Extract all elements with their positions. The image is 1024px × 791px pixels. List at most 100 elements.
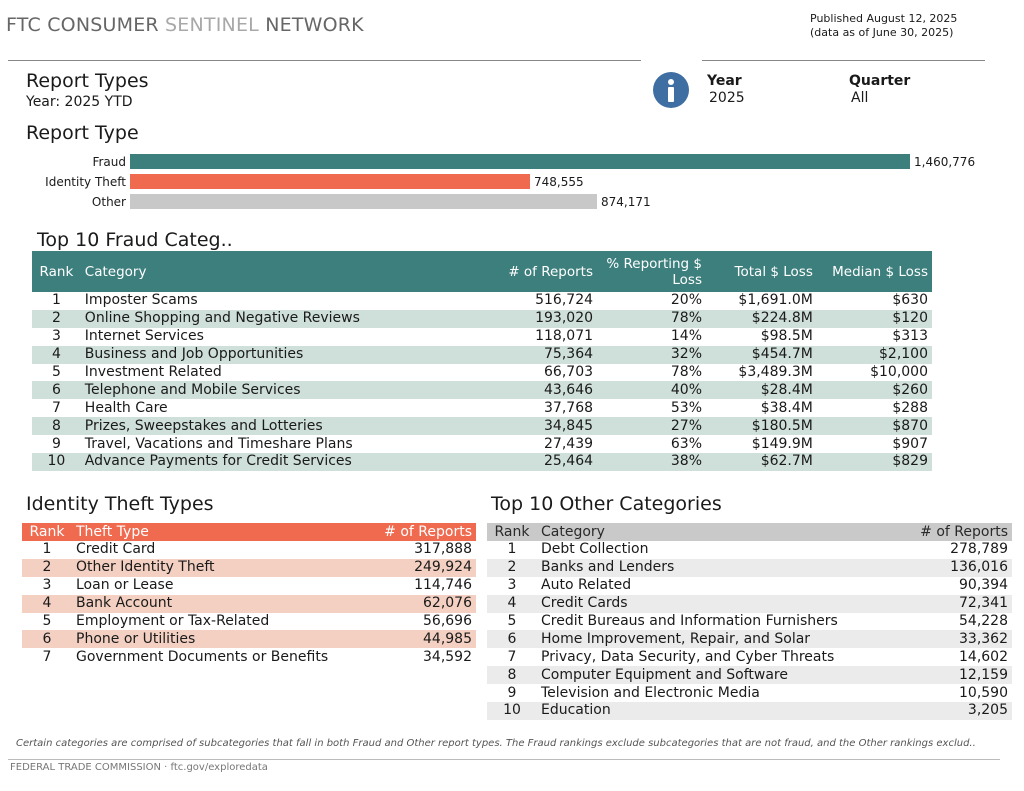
- fraud-table: Rank Category # of Reports % Reporting $…: [32, 251, 932, 471]
- col-theft-type[interactable]: Theft Type: [72, 523, 367, 541]
- cell-reports: 34,592: [423, 648, 472, 665]
- year-filter-value[interactable]: 2025: [709, 90, 745, 106]
- table-row[interactable]: 3 Auto Related 90,394: [487, 577, 1012, 595]
- published-info: Published August 12, 2025 (data as of Ju…: [810, 12, 957, 40]
- cell-reports: 317,888: [414, 541, 472, 558]
- table-row[interactable]: 2 Other Identity Theft 249,924: [22, 558, 476, 577]
- col-reports[interactable]: # of Reports: [367, 523, 476, 541]
- table-row[interactable]: 9 Travel, Vacations and Timeshare Plans 27…: [32, 435, 932, 453]
- cell-rank: 4: [42, 595, 52, 612]
- cell-rank: 5: [42, 613, 52, 629]
- table-row[interactable]: 7 Health Care 37,768 53% $38.4M $288: [32, 399, 932, 417]
- cell-category: Credit Cards: [541, 595, 628, 612]
- cell-reports: 278,789: [950, 541, 1008, 558]
- col-rank[interactable]: Rank: [487, 523, 537, 541]
- quarter-filter-value[interactable]: All: [851, 90, 868, 106]
- table-row[interactable]: 2 Banks and Lenders 136,016: [487, 558, 1012, 577]
- cell-median-loss: $120: [892, 310, 928, 327]
- cell-reports: 54,228: [959, 613, 1008, 629]
- cell-category: Banks and Lenders: [541, 559, 675, 576]
- table-row[interactable]: 4 Bank Account 62,076: [22, 594, 476, 613]
- cell-rank: 8: [51, 417, 61, 434]
- cell-median-loss: $313: [892, 328, 928, 345]
- table-row[interactable]: 1 Imposter Scams 516,724 20% $1,691.0M $630: [32, 292, 932, 310]
- table-row[interactable]: 1 Debt Collection 278,789: [487, 541, 1012, 559]
- table-row[interactable]: 6 Telephone and Mobile Services 43,646 40% $…: [32, 381, 932, 400]
- table-row[interactable]: 6 Home Improvement, Repair, and Solar 33,3…: [487, 630, 1012, 649]
- other-title: Top 10 Other Categories: [491, 493, 722, 515]
- report-type-title: Report Type: [26, 122, 139, 144]
- bar-value-other: 874,171: [601, 195, 651, 209]
- cell-rank: 9: [507, 684, 517, 701]
- cell-theft-type: Credit Card: [76, 541, 156, 558]
- table-row[interactable]: 10 Advance Payments for Credit Services 25…: [32, 453, 932, 471]
- cell-reports: 136,016: [950, 559, 1008, 576]
- year-filter-label: Year: [707, 73, 742, 89]
- cell-theft-type: Phone or Utilities: [76, 630, 196, 647]
- cell-reports: 249,924: [414, 559, 472, 576]
- cell-reports: 66,703: [544, 364, 594, 380]
- col-median-loss[interactable]: Median $ Loss: [817, 251, 932, 292]
- other-table: Rank Category # of Reports 1 Debt Collect…: [487, 523, 1012, 720]
- col-rank[interactable]: Rank: [22, 523, 72, 541]
- identity-table-header: Rank Theft Type # of Reports: [22, 523, 476, 541]
- col-reports[interactable]: # of Reports: [898, 523, 1012, 541]
- bar-identity-theft[interactable]: [130, 174, 530, 189]
- footer: FEDERAL TRADE COMMISSION · ftc.gov/explo…: [10, 762, 268, 773]
- info-icon[interactable]: [653, 72, 689, 108]
- cell-rank: 6: [51, 381, 61, 398]
- col-category[interactable]: Category: [81, 251, 473, 292]
- table-row[interactable]: 8 Prizes, Sweepstakes and Lotteries 34,845…: [32, 417, 932, 436]
- table-row[interactable]: 8 Computer Equipment and Software 12,159: [487, 666, 1012, 685]
- col-total-loss[interactable]: Total $ Loss: [706, 251, 817, 292]
- table-row[interactable]: 7 Government Documents or Benefits 34,592: [22, 648, 476, 666]
- col-rank[interactable]: Rank: [32, 251, 81, 292]
- fraud-table-header: Rank Category # of Reports % Reporting $…: [32, 251, 932, 292]
- cell-median-loss: $10,000: [870, 364, 928, 380]
- cell-rank: 3: [42, 577, 52, 594]
- bar-other[interactable]: [130, 194, 597, 209]
- table-row[interactable]: 4 Credit Cards 72,341: [487, 594, 1012, 613]
- cell-total-loss: $28.4M: [760, 381, 813, 398]
- cell-reports: 44,985: [423, 630, 472, 647]
- table-row[interactable]: 10 Education 3,205: [487, 702, 1012, 720]
- cell-median-loss: $260: [892, 381, 928, 398]
- cell-total-loss: $454.7M: [751, 346, 813, 363]
- data-as-of: (data as of June 30, 2025): [810, 26, 954, 39]
- col-reports[interactable]: # of Reports: [472, 251, 597, 292]
- table-row[interactable]: 1 Credit Card 317,888: [22, 541, 476, 559]
- cell-category: Television and Electronic Media: [541, 684, 760, 701]
- cell-category: Imposter Scams: [84, 292, 198, 309]
- col-category[interactable]: Category: [537, 523, 898, 541]
- table-row[interactable]: 7 Privacy, Data Security, and Cyber Threa…: [487, 648, 1012, 666]
- cell-total-loss: $149.9M: [751, 435, 813, 452]
- cell-pct-loss: 78%: [670, 310, 703, 327]
- cell-pct-loss: 63%: [670, 435, 703, 452]
- cell-pct-loss: 32%: [670, 346, 703, 363]
- bar-fraud[interactable]: [130, 154, 910, 169]
- cell-rank: 6: [507, 630, 517, 647]
- cell-total-loss: $180.5M: [751, 417, 813, 434]
- header-divider-right: [702, 60, 985, 61]
- table-row[interactable]: 6 Phone or Utilities 44,985: [22, 630, 476, 649]
- cell-reports: 10,590: [959, 684, 1008, 701]
- cell-rank: 1: [507, 541, 517, 558]
- table-row[interactable]: 3 Internet Services 118,071 14% $98.5M $313: [32, 328, 932, 346]
- cell-total-loss: $38.4M: [760, 399, 813, 416]
- table-row[interactable]: 2 Online Shopping and Negative Reviews 193…: [32, 309, 932, 328]
- table-row[interactable]: 3 Loan or Lease 114,746: [22, 577, 476, 595]
- cell-reports: 25,464: [544, 453, 594, 470]
- cell-rank: 7: [42, 648, 52, 665]
- col-pct-loss[interactable]: % Reporting $ Loss: [597, 251, 706, 292]
- table-row[interactable]: 5 Credit Bureaus and Information Furnishe…: [487, 613, 1012, 631]
- cell-reports: 75,364: [544, 346, 594, 363]
- table-row[interactable]: 5 Employment or Tax-Related 56,696: [22, 613, 476, 631]
- cell-reports: 14,602: [959, 648, 1008, 665]
- table-row[interactable]: 4 Business and Job Opportunities 75,364 32%…: [32, 345, 932, 364]
- table-row[interactable]: 9 Television and Electronic Media 10,590: [487, 684, 1012, 702]
- table-row[interactable]: 5 Investment Related 66,703 78% $3,489.3M $10…: [32, 364, 932, 382]
- cell-rank: 1: [51, 292, 61, 309]
- cell-reports: 27,439: [544, 435, 594, 452]
- page-subtitle: Year: 2025 YTD: [26, 94, 133, 110]
- cell-rank: 2: [51, 310, 61, 327]
